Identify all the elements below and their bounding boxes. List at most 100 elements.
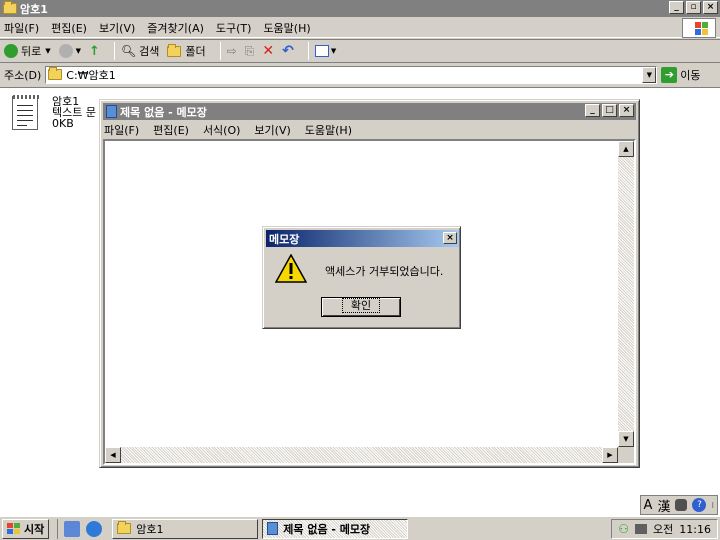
menu-edit[interactable]: 편집(E): [51, 20, 87, 36]
internet-explorer-icon[interactable]: [86, 520, 103, 537]
back-arrow-icon: [4, 44, 18, 58]
folders-button[interactable]: 폴더: [167, 43, 206, 59]
dialog-title: 메모장: [269, 232, 300, 246]
folders-label: 폴더: [185, 45, 206, 58]
chevron-down-icon[interactable]: ▼: [76, 47, 81, 55]
explorer-menubar: 파일(F) 편집(E) 보기(V) 즐겨찾기(A) 도구(T) 도움말(H): [0, 18, 720, 38]
taskbar: 시작 암호1 제목 없음 - 메모장 ⚇ 오전 11:16: [0, 516, 720, 540]
delete-icon: ✕: [262, 43, 275, 59]
chevron-down-icon[interactable]: ▼: [331, 47, 336, 55]
vertical-scrollbar[interactable]: ▲ ▼: [618, 141, 634, 447]
views-icon: [314, 45, 329, 57]
network-icon[interactable]: ⚇: [618, 522, 629, 536]
task-explorer[interactable]: 암호1: [112, 518, 259, 539]
address-bar: 주소(D) C:₩암호1 ▼ ➔ 이동: [0, 64, 720, 85]
notepad-titlebar[interactable]: 제목 없음 - 메모장 _ □ ×: [103, 103, 636, 120]
minimize-button[interactable]: _: [585, 104, 600, 117]
notepad-title: 제목 없음 - 메모장: [120, 105, 207, 119]
start-label: 시작: [24, 522, 45, 536]
show-desktop-icon[interactable]: [64, 520, 81, 537]
scroll-left-button[interactable]: ◀: [105, 447, 121, 463]
notepad-icon: [106, 105, 117, 118]
folder-icon: [167, 43, 182, 57]
dialog-titlebar[interactable]: 메모장 ×: [266, 230, 459, 247]
folder-icon: [3, 1, 17, 14]
file-item[interactable]: 암호1 텍스트 문 0KB: [12, 95, 96, 130]
language-mode-hanja[interactable]: 漢: [657, 496, 670, 515]
close-button[interactable]: ×: [619, 104, 634, 117]
error-dialog: 메모장 × 액세스가 거부되었습니다. 확인: [262, 226, 461, 329]
file-size: 0KB: [52, 117, 74, 130]
menu-view[interactable]: 보기(V): [99, 20, 135, 36]
address-label: 주소(D): [4, 68, 42, 82]
scroll-down-button[interactable]: ▼: [618, 431, 634, 447]
up-arrow-icon: ↑: [89, 43, 100, 59]
ok-button[interactable]: 확인: [321, 297, 401, 317]
up-folder-button[interactable]: ↑: [89, 44, 100, 59]
ok-label: 확인: [341, 298, 381, 313]
dialog-close-button[interactable]: ×: [443, 232, 457, 244]
restore-button[interactable]: ▫: [686, 1, 701, 14]
delete-button[interactable]: ✕: [262, 43, 274, 59]
move-to-button[interactable]: ⇨: [227, 44, 237, 58]
horizontal-scrollbar[interactable]: ◀ ▶: [105, 447, 618, 463]
ime-icon[interactable]: [675, 499, 688, 511]
close-button[interactable]: ×: [703, 1, 718, 14]
maximize-button[interactable]: □: [602, 104, 617, 117]
search-icon: 🔍︎: [120, 44, 137, 58]
task-notepad[interactable]: 제목 없음 - 메모장: [262, 518, 409, 539]
windows-flag-icon: [7, 522, 21, 535]
options-icon[interactable]: ⁝: [711, 501, 714, 510]
dialog-message: 액세스가 거부되었습니다.: [325, 265, 444, 278]
menu-favorites[interactable]: 즐겨찾기(A): [147, 20, 204, 36]
undo-button[interactable]: ↶: [282, 43, 294, 59]
go-button[interactable]: ➔ 이동: [661, 66, 701, 83]
copy-to-icon: ⎘: [244, 43, 255, 58]
explorer-titlebar[interactable]: 암호1 _ ▫ ×: [0, 0, 720, 17]
menu-tools[interactable]: 도구(T): [216, 20, 252, 36]
menu-help[interactable]: 도움말(H): [263, 20, 310, 36]
folder-icon: [48, 67, 63, 80]
search-label: 검색: [139, 45, 160, 58]
ime-status-icon[interactable]: [635, 524, 648, 534]
explorer-toolbar: 뒤로 ▼ ▼ ↑ 🔍︎ 검색 폴더 ⇨ ⎘ ✕ ↶ ▼: [0, 39, 720, 63]
menu-file[interactable]: 파일(F): [4, 20, 39, 36]
task-notepad-label: 제목 없음 - 메모장: [283, 522, 371, 536]
views-button[interactable]: ▼: [314, 45, 336, 57]
toolbar-divider: [219, 42, 221, 60]
menu-edit[interactable]: 편집(E): [153, 122, 189, 138]
address-input[interactable]: C:₩암호1 ▼: [45, 65, 658, 84]
resize-grip[interactable]: [618, 447, 634, 463]
menu-view[interactable]: 보기(V): [254, 122, 290, 138]
undo-icon: ↶: [282, 43, 294, 59]
address-dropdown-button[interactable]: ▼: [642, 66, 657, 83]
start-button[interactable]: 시작: [2, 518, 50, 539]
language-mode-a[interactable]: A: [644, 498, 653, 513]
warning-icon: [275, 254, 307, 283]
toolbar-divider: [113, 42, 115, 60]
menu-help[interactable]: 도움말(H): [305, 122, 352, 138]
address-value: C:₩암호1: [66, 68, 116, 82]
language-bar: A 漢 ? ⁝: [639, 495, 718, 515]
search-button[interactable]: 🔍︎ 검색: [121, 43, 159, 59]
task-explorer-label: 암호1: [136, 522, 164, 536]
forward-arrow-icon: [58, 44, 73, 58]
clock-time: 11:16: [679, 522, 711, 536]
menu-format[interactable]: 서식(O): [203, 122, 240, 138]
notepad-menubar: 파일(F) 편집(E) 서식(O) 보기(V) 도움말(H): [104, 121, 366, 139]
go-label: 이동: [680, 68, 701, 82]
move-to-icon: ⇨: [226, 44, 237, 58]
back-button[interactable]: 뒤로 ▼: [4, 43, 51, 59]
clock-ampm: 오전: [653, 523, 674, 536]
menu-file[interactable]: 파일(F): [104, 122, 139, 138]
quick-launch: [57, 518, 103, 539]
chevron-down-icon[interactable]: ▼: [45, 47, 50, 55]
copy-to-button[interactable]: ⎘: [245, 44, 255, 59]
forward-button[interactable]: ▼: [58, 44, 81, 58]
system-tray: ⚇ 오전 11:16: [611, 519, 718, 539]
toolbar-divider: [307, 42, 309, 60]
scroll-right-button[interactable]: ▶: [602, 447, 618, 463]
minimize-button[interactable]: _: [669, 1, 684, 14]
scroll-up-button[interactable]: ▲: [618, 141, 634, 157]
help-icon[interactable]: ?: [692, 498, 707, 512]
